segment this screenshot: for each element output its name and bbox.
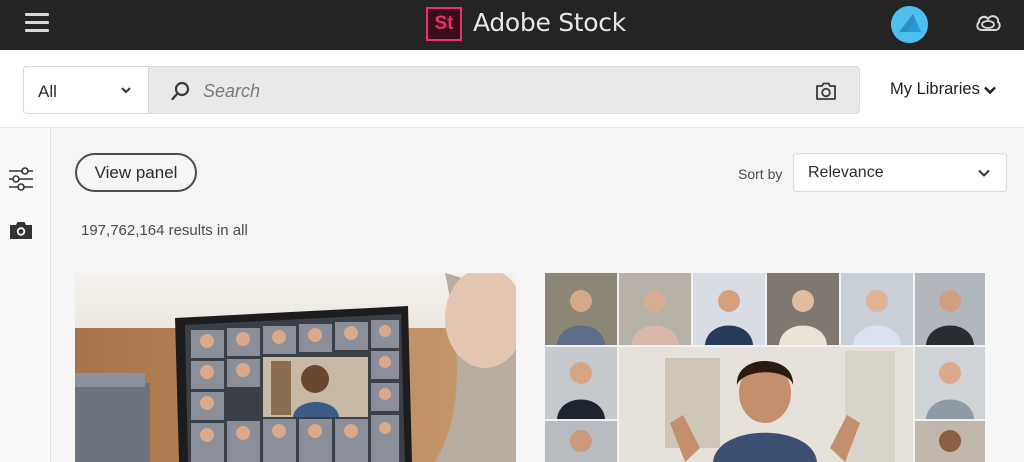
chevron-down-icon[interactable] <box>983 85 997 95</box>
adobe-stock-logo[interactable]: St <box>426 7 462 41</box>
creative-cloud-icon[interactable] <box>975 12 1001 34</box>
chevron-down-icon <box>121 87 131 94</box>
hamburger-menu-icon[interactable] <box>25 12 49 34</box>
sort-by-label: Sort by <box>738 166 783 182</box>
sort-select[interactable]: Relevance <box>793 153 1007 192</box>
search-input[interactable] <box>203 75 763 107</box>
search-scope-select[interactable]: All <box>23 66 149 114</box>
camera-icon[interactable] <box>9 220 33 240</box>
search-row: All My Libraries <box>0 50 1024 128</box>
result-tile-1[interactable] <box>75 273 516 462</box>
chevron-down-icon <box>978 169 990 177</box>
search-box <box>149 66 860 114</box>
my-libraries-button[interactable]: My Libraries <box>890 80 980 99</box>
user-avatar[interactable] <box>891 6 928 43</box>
video-conference-grid-photo <box>545 273 985 462</box>
search-icon <box>171 81 190 101</box>
top-bar: St Adobe Stock <box>0 0 1024 50</box>
results-count: 197,762,164 results in all <box>81 222 248 239</box>
app-title: Adobe Stock <box>473 8 626 37</box>
left-rail <box>0 128 51 462</box>
video-call-laptop-photo <box>75 273 516 462</box>
result-tile-2[interactable] <box>545 273 985 462</box>
view-panel-button[interactable]: View panel <box>75 153 197 192</box>
filter-sliders-icon[interactable] <box>8 166 34 192</box>
visual-search-camera-icon[interactable] <box>815 81 837 101</box>
search-scope-value: All <box>38 82 57 101</box>
sort-value: Relevance <box>808 164 884 181</box>
